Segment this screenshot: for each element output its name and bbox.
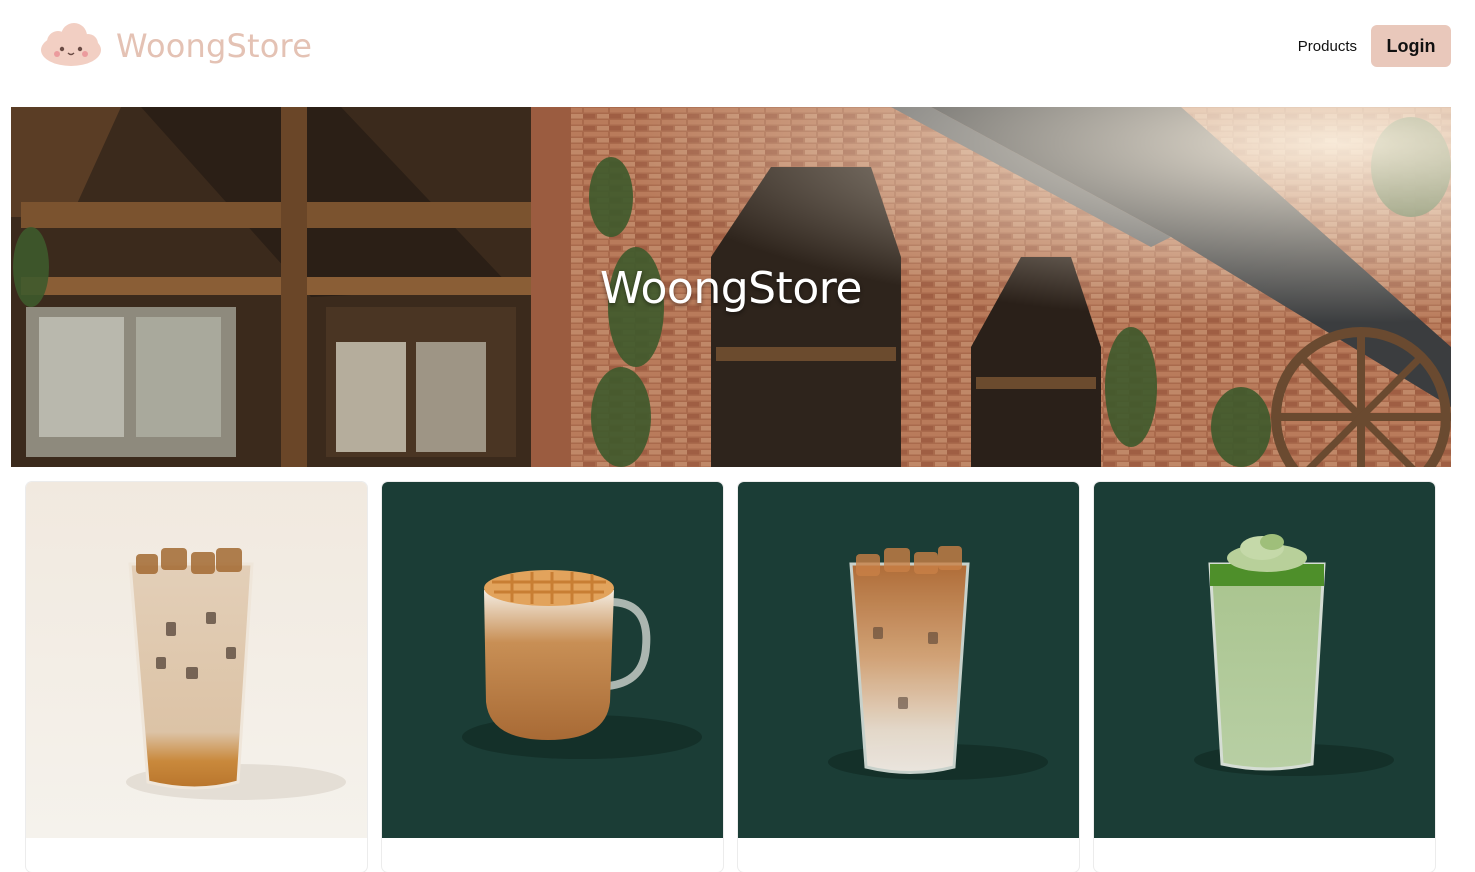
product-card[interactable]: [382, 482, 723, 872]
top-navbar: WoongStore Products Login: [0, 0, 1475, 95]
matcha-frappuccino-photo: [1094, 482, 1435, 838]
product-grid: [26, 482, 1446, 872]
product-image: [382, 482, 723, 838]
product-image: [26, 482, 367, 838]
product-image: [738, 482, 1079, 838]
product-image: [1094, 482, 1435, 838]
brand-logo[interactable]: WoongStore: [38, 20, 312, 72]
hero-title: WoongStore: [600, 263, 862, 314]
product-card[interactable]: [26, 482, 367, 872]
hero-banner: WoongStore: [11, 107, 1451, 467]
nav-menu: Products Login: [1298, 25, 1451, 67]
product-card[interactable]: [1094, 482, 1435, 872]
login-button[interactable]: Login: [1371, 25, 1451, 67]
iced-latte-photo: [26, 482, 367, 838]
nav-products-link[interactable]: Products: [1298, 38, 1357, 55]
cloud-mascot-icon: [41, 23, 101, 66]
iced-caramel-latte-photo: [738, 482, 1079, 838]
brand-name: WoongStore: [116, 27, 313, 65]
caramel-macchiato-photo: [382, 482, 723, 838]
product-card[interactable]: [738, 482, 1079, 872]
